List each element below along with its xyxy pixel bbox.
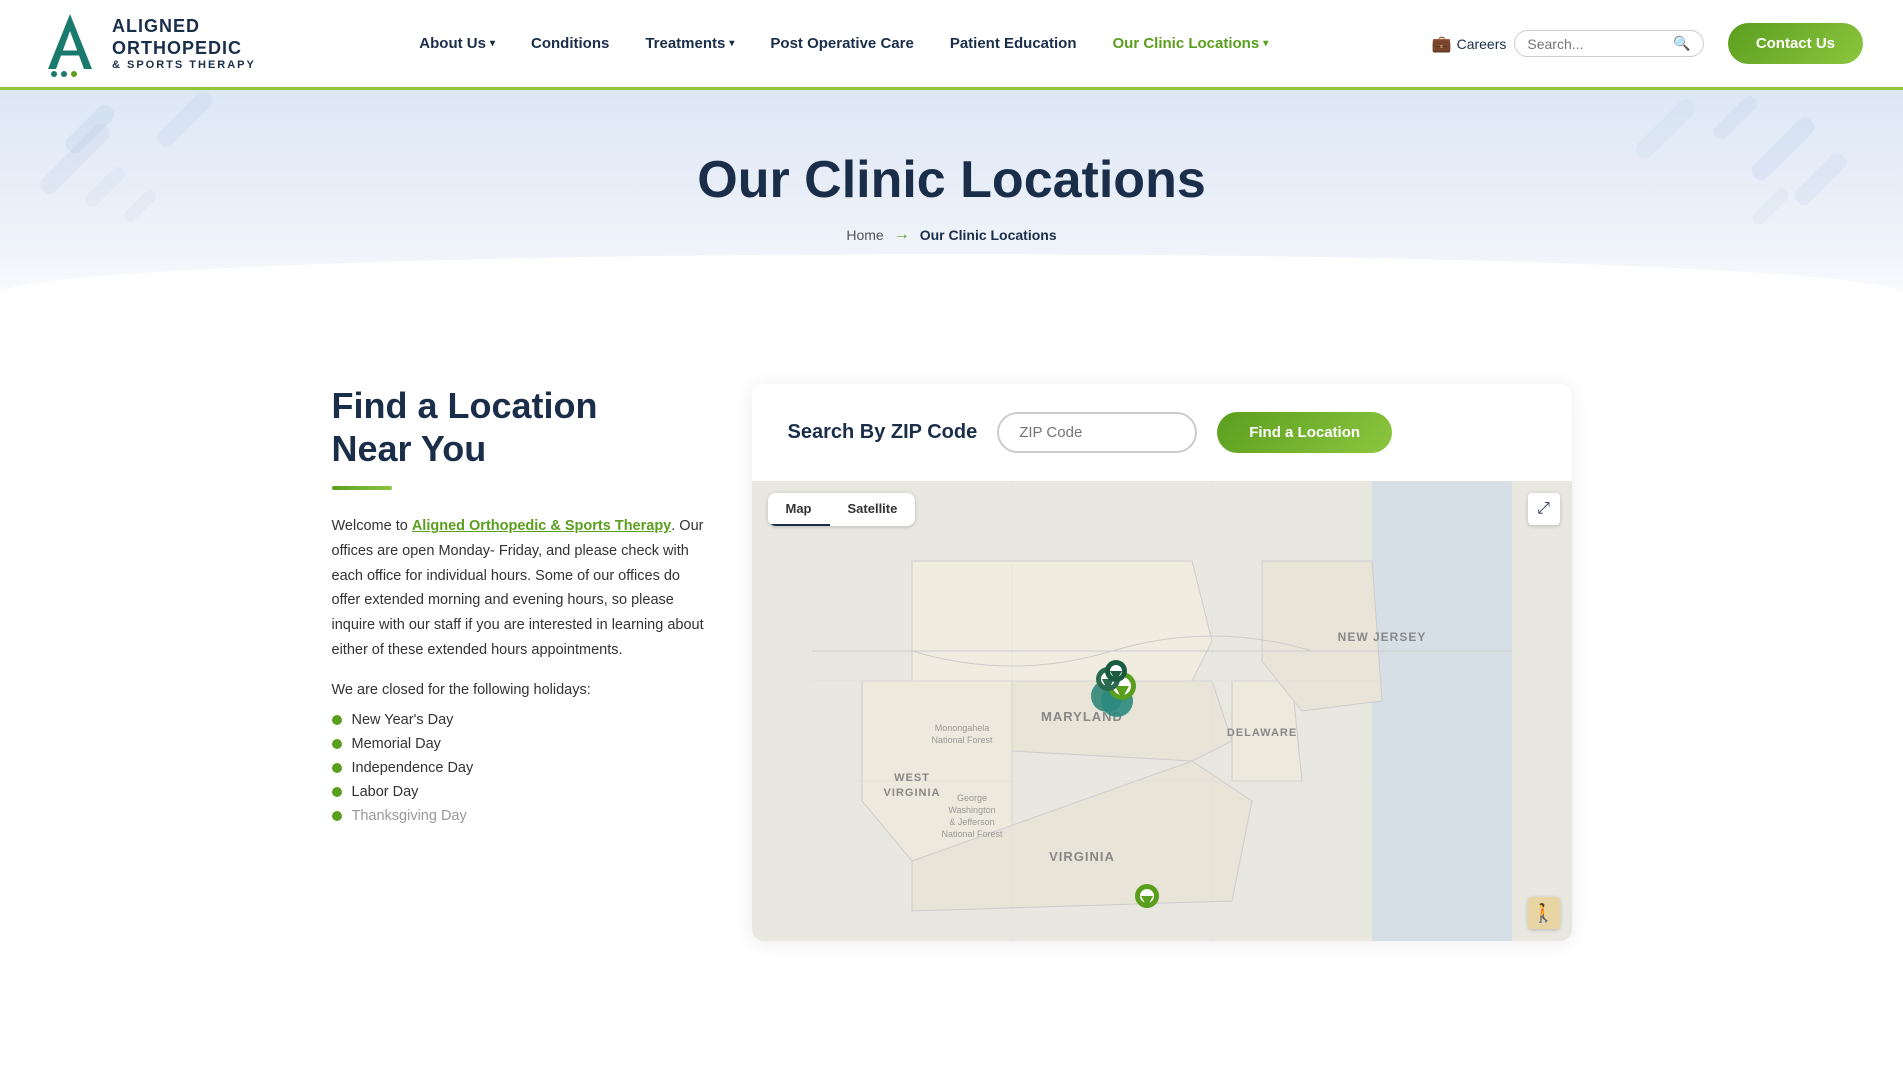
bullet-icon	[332, 763, 342, 773]
nav-item-clinic-locations[interactable]: Our Clinic Locations ▾	[1095, 35, 1287, 52]
main-nav: About Us ▾ Conditions Treatments ▾ Post …	[401, 35, 1286, 52]
list-item: Labor Day	[332, 784, 712, 800]
breadcrumb-arrow: →	[894, 226, 910, 244]
brand-sub: & SPORTS THERAPY	[112, 59, 256, 71]
svg-text:NEW JERSEY: NEW JERSEY	[1337, 630, 1426, 644]
search-zip-label: Search By ZIP Code	[788, 421, 978, 444]
pegman-button[interactable]: 🚶	[1528, 897, 1560, 929]
bullet-icon	[332, 739, 342, 749]
nav-item-patient-edu[interactable]: Patient Education	[932, 35, 1095, 52]
map-svg: MARYLAND NEW JERSEY DELAWARE WEST VIRGIN…	[752, 481, 1572, 941]
breadcrumb-current: Our Clinic Locations	[920, 227, 1057, 243]
svg-text:& Jefferson: & Jefferson	[949, 817, 994, 827]
svg-text:VIRGINIA: VIRGINIA	[883, 787, 940, 799]
map-tabs: Map Satellite	[768, 493, 916, 526]
main-content: Find a Location Near You Welcome to Alig…	[252, 324, 1652, 1001]
holiday-list: New Year's Day Memorial Day Independence…	[332, 712, 712, 824]
bullet-icon	[332, 811, 342, 821]
description: Welcome to Aligned Orthopedic & Sports T…	[332, 514, 712, 662]
list-item: Memorial Day	[332, 736, 712, 752]
search-input[interactable]	[1527, 36, 1667, 52]
logo-area[interactable]: ALIGNEDORTHOPEDIC & SPORTS THERAPY	[40, 9, 256, 79]
right-panel: Search By ZIP Code Find a Location Map S…	[752, 384, 1572, 941]
zip-input[interactable]	[997, 412, 1197, 453]
svg-text:National Forest: National Forest	[941, 829, 1003, 839]
search-bar[interactable]: 🔍	[1514, 30, 1703, 57]
chevron-down-icon: ▾	[729, 38, 734, 49]
svg-text:VIRGINIA: VIRGINIA	[1049, 849, 1115, 864]
nav-item-about-us[interactable]: About Us ▾	[401, 35, 513, 52]
nav-item-treatments[interactable]: Treatments ▾	[627, 35, 752, 52]
svg-text:George: George	[956, 793, 986, 803]
pegman-icon: 🚶	[1532, 903, 1554, 924]
chevron-down-icon: ▾	[1263, 38, 1268, 49]
svg-text:Washington: Washington	[948, 805, 995, 815]
search-zip-area: Search By ZIP Code Find a Location	[752, 384, 1572, 481]
brand-name: ALIGNEDORTHOPEDIC	[112, 16, 256, 59]
list-item: Independence Day	[332, 760, 712, 776]
chevron-down-icon: ▾	[490, 38, 495, 49]
nav-item-conditions[interactable]: Conditions	[513, 35, 627, 52]
section-title: Find a Location Near You	[332, 384, 712, 470]
svg-text:National Forest: National Forest	[931, 735, 993, 745]
logo-text: ALIGNEDORTHOPEDIC & SPORTS THERAPY	[112, 16, 256, 71]
brand-link[interactable]: Aligned Orthopedic & Sports Therapy	[412, 518, 671, 534]
careers-link[interactable]: 💼 Careers	[1432, 34, 1507, 54]
map-fullscreen-button[interactable]: ⤢	[1528, 493, 1560, 525]
map-container: Map Satellite ⤢ 🚶	[752, 481, 1572, 941]
list-item: Thanksgiving Day	[332, 808, 712, 824]
briefcase-icon: 💼	[1432, 34, 1452, 54]
breadcrumb-home[interactable]: Home	[846, 227, 883, 243]
svg-text:DELAWARE: DELAWARE	[1226, 727, 1296, 739]
contact-us-button[interactable]: Contact Us	[1728, 23, 1863, 64]
header-right: 💼 Careers 🔍 Contact Us	[1432, 23, 1863, 64]
holidays-intro: We are closed for the following holidays…	[332, 682, 712, 698]
hero-banner: Our Clinic Locations Home → Our Clinic L…	[0, 90, 1903, 324]
bullet-icon	[332, 715, 342, 725]
search-icon[interactable]: 🔍	[1673, 35, 1690, 52]
page-title: Our Clinic Locations	[40, 150, 1863, 210]
find-location-button[interactable]: Find a Location	[1217, 412, 1392, 453]
map-tab-map[interactable]: Map	[768, 493, 830, 526]
map-tab-satellite[interactable]: Satellite	[830, 493, 916, 526]
bullet-icon	[332, 787, 342, 797]
left-panel: Find a Location Near You Welcome to Alig…	[332, 384, 712, 941]
list-item: New Year's Day	[332, 712, 712, 728]
breadcrumb: Home → Our Clinic Locations	[40, 226, 1863, 244]
fullscreen-icon: ⤢	[1537, 500, 1550, 518]
logo-icon	[40, 9, 100, 79]
site-header: ALIGNEDORTHOPEDIC & SPORTS THERAPY About…	[0, 0, 1903, 90]
svg-text:Monongahela: Monongahela	[934, 723, 989, 733]
svg-text:WEST: WEST	[894, 772, 930, 784]
nav-item-post-op[interactable]: Post Operative Care	[752, 35, 931, 52]
title-underline	[332, 486, 392, 490]
